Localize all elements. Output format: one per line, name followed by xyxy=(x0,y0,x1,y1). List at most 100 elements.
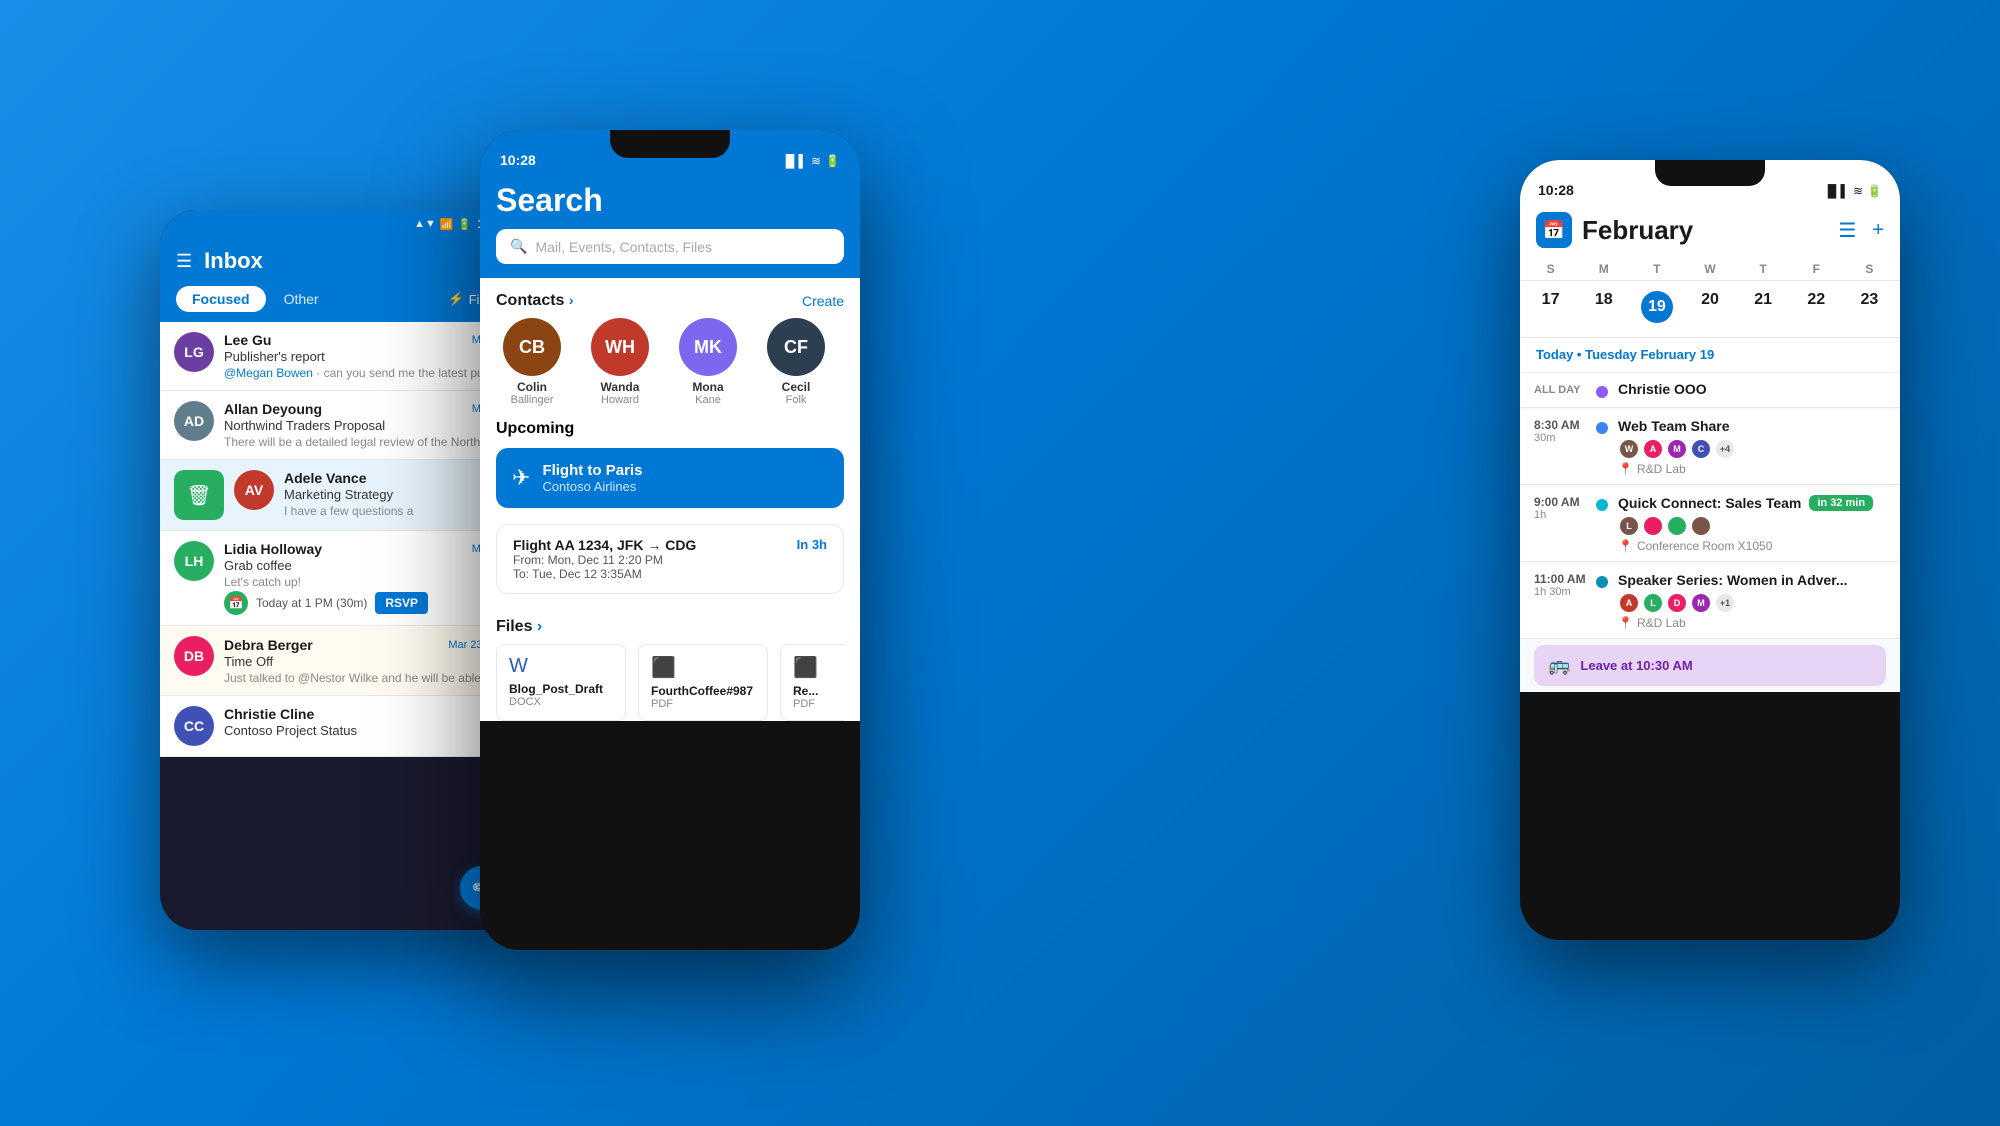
email-item-debra[interactable]: DB Debra Berger Mar 23 🚩 Time Off Just t… xyxy=(160,626,520,696)
av-webteam-4: C xyxy=(1690,438,1712,460)
event-name-speaker: Speaker Series: Women in Adver... xyxy=(1618,572,1886,588)
wifi-icon-right: ≋ xyxy=(1853,184,1863,198)
file-item-re[interactable]: ⬛ Re... PDF xyxy=(780,644,844,721)
trash-action[interactable]: 🗑 xyxy=(174,470,224,520)
date-17[interactable]: 17 xyxy=(1524,287,1577,327)
add-event-icon[interactable]: + xyxy=(1872,219,1884,242)
list-view-icon[interactable]: ☰ xyxy=(1838,218,1856,243)
signal-icon-right: ▐▌▌ xyxy=(1823,184,1849,198)
contact-colin[interactable]: CB Colin Ballinger xyxy=(488,318,576,406)
contacts-section-header: Contacts › Create xyxy=(480,278,860,318)
signal-icons: ▲▼ 📶 🔋 xyxy=(414,218,471,231)
cal-events: ALL DAY Christie OOO 8:30 AM 30m Web Tea… xyxy=(1520,373,1900,692)
event-allday[interactable]: ALL DAY Christie OOO xyxy=(1520,373,1900,408)
flight-airline: Contoso Airlines xyxy=(542,479,642,494)
date-18[interactable]: 18 xyxy=(1577,287,1630,327)
avatar-wanda: WH xyxy=(591,318,649,376)
event-loc-quick: 📍 Conference Room X1050 xyxy=(1618,539,1886,553)
contact-mona[interactable]: MK Mona Kane xyxy=(664,318,752,406)
date-19-today[interactable]: 19 xyxy=(1630,287,1683,327)
av-quick-1: L xyxy=(1618,515,1640,537)
search-bar[interactable]: 🔍 Mail, Events, Contacts, Files xyxy=(496,229,844,264)
event-webteam[interactable]: 8:30 AM 30m Web Team Share W A M C +4 📍 … xyxy=(1520,410,1900,485)
today-circle: 19 xyxy=(1641,291,1673,323)
file-type-coffee: PDF xyxy=(651,698,755,710)
upcoming-label: Upcoming xyxy=(496,420,844,438)
av-speaker-4: M xyxy=(1690,592,1712,614)
sender-christie: Christie Cline xyxy=(224,706,314,722)
date-20[interactable]: 20 xyxy=(1683,287,1736,327)
avatar-christie: CC xyxy=(174,706,214,746)
contact-cecil[interactable]: CF Cecil Folk xyxy=(752,318,840,406)
rsvp-button[interactable]: RSVP xyxy=(375,592,428,614)
date-22[interactable]: 22 xyxy=(1790,287,1843,327)
av-speaker-2: L xyxy=(1642,592,1664,614)
notch-right xyxy=(1655,160,1765,186)
file-item-coffee[interactable]: ⬛ FourthCoffee#987 PDF xyxy=(638,644,768,721)
file-item-blog[interactable]: W Blog_Post_Draft DOCX xyxy=(496,644,626,721)
sender-lee: Lee Gu xyxy=(224,332,271,348)
plane-icon: ✈ xyxy=(512,465,530,491)
email-item-lee[interactable]: LG Lee Gu Mar 23 Publisher's report @Meg… xyxy=(160,322,520,391)
preview-allan: There will be a detailed legal review of… xyxy=(224,435,506,449)
event-loc-speaker: 📍 R&D Lab xyxy=(1618,616,1886,630)
week-dates: 17 18 19 20 21 22 23 xyxy=(1520,281,1900,338)
avatar-lee: LG xyxy=(174,332,214,372)
event-time-webteam: 8:30 AM xyxy=(1534,418,1586,432)
tab-other[interactable]: Other xyxy=(276,286,327,312)
email-item-lidia[interactable]: LH Lidia Holloway Mar 23 Grab coffee Let… xyxy=(160,531,520,626)
event-speaker[interactable]: 11:00 AM 1h 30m Speaker Series: Women in… xyxy=(1520,564,1900,639)
date-21[interactable]: 21 xyxy=(1737,287,1790,327)
weekday-m: M xyxy=(1577,258,1630,280)
weekday-s2: S xyxy=(1843,258,1896,280)
preview-lee: @Megan Bowen · can you send me the lates… xyxy=(224,366,506,380)
email-item-allan[interactable]: AD Allan Deyoung Mar 23 Northwind Trader… xyxy=(160,391,520,460)
upcoming-section: Upcoming ✈ Flight to Paris Contoso Airli… xyxy=(480,420,860,524)
create-action[interactable]: Create xyxy=(802,293,844,309)
weekday-s1: S xyxy=(1524,258,1577,280)
event-time-quick: 9:00 AM xyxy=(1534,495,1586,509)
files-section: W Blog_Post_Draft DOCX ⬛ FourthCoffee#98… xyxy=(480,644,860,721)
event-name-quick: Quick Connect: Sales Team xyxy=(1618,495,1801,511)
email-item-christie[interactable]: CC Christie Cline Contoso Project Status xyxy=(160,696,520,757)
email-content-adele: Adele Vance Marketing Strategy I have a … xyxy=(284,470,506,518)
today-label-bar: Today • Tuesday February 19 xyxy=(1520,338,1900,373)
sender-adele: Adele Vance xyxy=(284,470,367,486)
contact-wanda[interactable]: WH Wanda Howard xyxy=(576,318,664,406)
calendar-header: 📅 February ☰ + xyxy=(1520,204,1900,258)
search-icon: 🔍 xyxy=(510,238,527,255)
phone-center: 10:28 ▐▌▌ ≋ 🔋 Search 🔍 Mail, Events, Con… xyxy=(480,130,860,950)
email-content-christie: Christie Cline Contoso Project Status xyxy=(224,706,506,738)
avatars-webteam: W A M C +4 xyxy=(1618,438,1886,460)
avatar-mona: MK xyxy=(679,318,737,376)
weekday-w: W xyxy=(1683,258,1736,280)
menu-icon[interactable]: ☰ xyxy=(176,251,192,272)
status-icons-center: ▐▌▌ ≋ 🔋 xyxy=(781,154,840,168)
bolt-icon: ⚡ xyxy=(448,291,464,307)
time-col-webteam: 8:30 AM 30m xyxy=(1534,418,1586,444)
av-webteam-2: A xyxy=(1642,438,1664,460)
sender-debra: Debra Berger xyxy=(224,637,313,653)
date-23[interactable]: 23 xyxy=(1843,287,1896,327)
pdf-icon-re: ⬛ xyxy=(793,655,844,680)
email-item-adele[interactable]: 🗑 AV Adele Vance Marketing Strategy I ha… xyxy=(160,460,520,531)
event-loc-webteam: 📍 R&D Lab xyxy=(1618,462,1886,476)
contact-name-wanda: Wanda xyxy=(576,380,664,394)
subject-christie: Contoso Project Status xyxy=(224,723,506,738)
avatar-colin: CB xyxy=(503,318,561,376)
contact-last-wanda: Howard xyxy=(576,394,664,406)
dot-quick xyxy=(1596,499,1608,511)
event-info-webteam: Web Team Share W A M C +4 📍 R&D Lab xyxy=(1618,418,1886,476)
tab-focused[interactable]: Focused xyxy=(176,286,266,312)
today-time: Today at 1 PM (30m) xyxy=(256,596,367,610)
event-dur-speaker: 1h 30m xyxy=(1534,586,1586,598)
contact-last-cecil: Folk xyxy=(752,394,840,406)
flight-card[interactable]: ✈ Flight to Paris Contoso Airlines xyxy=(496,448,844,508)
av-speaker-3: D xyxy=(1666,592,1688,614)
email-content-allan: Allan Deyoung Mar 23 Northwind Traders P… xyxy=(224,401,506,449)
search-title: Search xyxy=(496,182,844,219)
flight-detail-card[interactable]: Flight AA 1234, JFK → CDG From: Mon, Dec… xyxy=(496,524,844,594)
event-quickconnect[interactable]: 9:00 AM 1h Quick Connect: Sales Team in … xyxy=(1520,487,1900,562)
flight-info: Flight to Paris Contoso Airlines xyxy=(542,462,642,494)
date-debra: Mar 23 xyxy=(448,639,482,651)
